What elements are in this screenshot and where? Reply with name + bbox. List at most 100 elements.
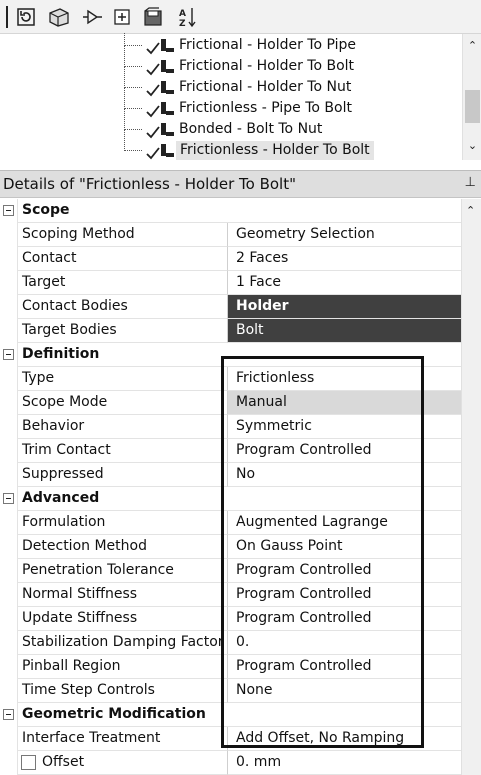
property-value[interactable]: 0. — [228, 631, 461, 655]
section-label: Geometric Modification — [18, 703, 461, 727]
tree-item[interactable]: Frictional - Holder To Pipe — [0, 33, 462, 56]
property-value[interactable]: Augmented Lagrange — [228, 511, 461, 535]
model-icon[interactable] — [47, 5, 71, 29]
property-row[interactable]: Detection Method On Gauss Point — [0, 535, 461, 559]
property-row[interactable]: Target Bodies Bolt — [0, 319, 461, 343]
contact-region-icon — [146, 60, 174, 76]
tree-item[interactable]: Bonded - Bolt To Nut — [0, 108, 462, 140]
collapse-icon[interactable] — [3, 493, 14, 504]
property-row[interactable]: Target 1 Face — [0, 271, 461, 295]
section-advanced[interactable]: Advanced — [0, 487, 461, 511]
scroll-thumb[interactable] — [465, 90, 480, 123]
property-name: Stabilization Damping Factor — [18, 631, 228, 655]
property-row[interactable]: Contact Bodies Holder — [0, 295, 461, 319]
property-row[interactable]: Scoping Method Geometry Selection — [0, 223, 461, 247]
property-name: Behavior — [18, 415, 228, 439]
property-value[interactable]: 0. mm — [228, 751, 461, 775]
tree-item-selected[interactable]: Frictionless - Holder To Bolt — [0, 129, 462, 161]
property-value[interactable]: Geometry Selection — [228, 223, 461, 247]
property-row[interactable]: Suppressed No — [0, 463, 461, 487]
property-row[interactable]: Scope Mode Manual — [0, 391, 461, 415]
property-value[interactable]: 1 Face — [228, 271, 461, 295]
scroll-up-icon[interactable]: ⌃ — [466, 204, 475, 217]
property-value[interactable]: Frictionless — [228, 367, 461, 391]
tree-item[interactable]: Frictionless - Pipe To Bolt — [0, 87, 462, 119]
svg-text:A: A — [179, 9, 186, 19]
offset-checkbox[interactable] — [21, 755, 36, 770]
toolbar-grip — [6, 6, 8, 28]
tree-item[interactable]: Frictional - Holder To Nut — [0, 66, 462, 98]
section-definition[interactable]: Definition — [0, 343, 461, 367]
section-geometric-modification[interactable]: Geometric Modification — [0, 703, 461, 727]
tree-item-label: Bonded - Bolt To Nut — [179, 121, 323, 137]
property-name: Scope Mode — [18, 391, 228, 415]
property-value[interactable]: Program Controlled — [228, 583, 461, 607]
property-row[interactable]: Interface Treatment Add Offset, No Rampi… — [0, 727, 461, 751]
tree-item-label: Frictionless - Pipe To Bolt — [179, 100, 352, 116]
property-name: Target — [18, 271, 228, 295]
section-scope[interactable]: Scope — [0, 199, 461, 223]
property-name: Formulation — [18, 511, 228, 535]
contact-region-icon — [146, 123, 174, 139]
property-value[interactable]: Bolt — [228, 319, 461, 343]
connection-icon[interactable] — [80, 5, 104, 29]
details-grid: Scope Scoping Method Geometry Selection … — [0, 199, 461, 775]
property-row[interactable]: Formulation Augmented Lagrange — [0, 511, 461, 535]
tree-scrollbar[interactable]: ⌃ ⌄ — [462, 34, 481, 160]
property-value[interactable]: No — [228, 463, 461, 487]
tree-item-label: Frictional - Holder To Pipe — [179, 37, 357, 53]
save-icon[interactable] — [141, 5, 165, 29]
property-row[interactable]: Pinball Region Program Controlled — [0, 655, 461, 679]
toolbar: AZ — [0, 0, 481, 34]
pin-icon[interactable]: ⊥ — [465, 175, 476, 190]
property-row[interactable]: Penetration Tolerance Program Controlled — [0, 559, 461, 583]
property-row[interactable]: Update Stiffness Program Controlled — [0, 607, 461, 631]
collapse-icon[interactable] — [3, 349, 14, 360]
property-value[interactable]: Program Controlled — [228, 607, 461, 631]
property-name: Detection Method — [18, 535, 228, 559]
property-row[interactable]: Trim Contact Program Controlled — [0, 439, 461, 463]
property-name: Trim Contact — [18, 439, 228, 463]
property-name: Offset — [18, 751, 228, 775]
refresh-icon[interactable] — [14, 5, 38, 29]
property-value[interactable]: Manual — [228, 391, 461, 415]
section-label: Scope — [18, 199, 461, 223]
tree-item-label: Frictional - Holder To Bolt — [179, 58, 355, 74]
property-name: Contact Bodies — [18, 295, 228, 319]
expand-all-icon[interactable] — [110, 5, 134, 29]
collapse-icon[interactable] — [3, 709, 14, 720]
property-row[interactable]: Time Step Controls None — [0, 679, 461, 703]
property-name: Normal Stiffness — [18, 583, 228, 607]
property-row[interactable]: Contact 2 Faces — [0, 247, 461, 271]
scroll-up-icon[interactable]: ⌃ — [466, 40, 479, 52]
property-value[interactable]: On Gauss Point — [228, 535, 461, 559]
property-value[interactable]: Holder — [228, 295, 461, 319]
property-name: Target Bodies — [18, 319, 228, 343]
property-value[interactable]: None — [228, 679, 461, 703]
property-row[interactable]: Offset 0. mm — [0, 751, 461, 775]
property-value[interactable]: Program Controlled — [228, 655, 461, 679]
collapse-icon[interactable] — [3, 205, 14, 216]
contact-region-icon — [146, 102, 174, 118]
property-row[interactable]: Behavior Symmetric — [0, 415, 461, 439]
contact-region-icon — [146, 144, 174, 160]
property-value[interactable]: Program Controlled — [228, 439, 461, 463]
property-value[interactable]: Symmetric — [228, 415, 461, 439]
property-value[interactable]: Add Offset, No Ramping — [228, 727, 461, 751]
property-row[interactable]: Stabilization Damping Factor 0. — [0, 631, 461, 655]
property-name: Type — [18, 367, 228, 391]
property-name: Penetration Tolerance — [18, 559, 228, 583]
tree-item[interactable]: Frictional - Holder To Bolt — [0, 45, 462, 77]
scroll-down-icon[interactable]: ⌄ — [466, 140, 479, 152]
sort-icon[interactable]: AZ — [175, 5, 199, 29]
section-label: Advanced — [18, 487, 461, 511]
property-name: Scoping Method — [18, 223, 228, 247]
contact-region-icon — [146, 81, 174, 97]
details-header: Details of "Frictionless - Holder To Bol… — [0, 170, 481, 198]
property-row[interactable]: Normal Stiffness Program Controlled — [0, 583, 461, 607]
property-row[interactable]: Type Frictionless — [0, 367, 461, 391]
details-scrollbar[interactable]: ⌃ — [461, 199, 481, 775]
property-value[interactable]: Program Controlled — [228, 559, 461, 583]
property-value[interactable]: 2 Faces — [228, 247, 461, 271]
svg-text:Z: Z — [179, 19, 186, 28]
